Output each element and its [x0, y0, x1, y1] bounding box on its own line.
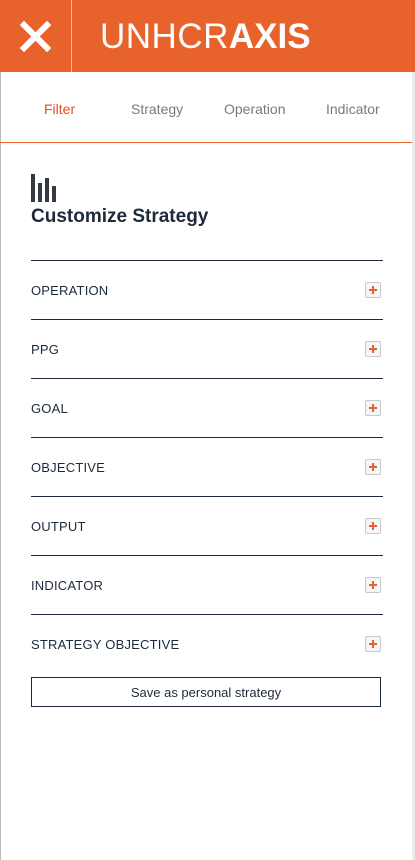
- filter-list: OPERATION PPG GOAL OBJECTIVE OUTPUT INDI…: [31, 260, 383, 673]
- tab-indicator[interactable]: Indicator: [326, 100, 380, 118]
- plus-icon[interactable]: [365, 636, 381, 652]
- save-strategy-button[interactable]: Save as personal strategy: [31, 677, 381, 707]
- plus-icon[interactable]: [365, 282, 381, 298]
- app-header: UNHCRAXIS: [0, 0, 415, 72]
- plus-icon[interactable]: [365, 518, 381, 534]
- close-icon: [19, 20, 52, 53]
- tab-operation[interactable]: Operation: [224, 100, 285, 118]
- filter-label: OBJECTIVE: [31, 460, 106, 475]
- filter-row-operation[interactable]: OPERATION: [31, 260, 383, 319]
- plus-icon[interactable]: [365, 341, 381, 357]
- filter-label: OUTPUT: [31, 519, 86, 534]
- brand-logo: UNHCRAXIS: [100, 17, 311, 57]
- filter-row-indicator[interactable]: INDICATOR: [31, 555, 383, 614]
- filter-label: STRATEGY OBJECTIVE: [31, 637, 180, 652]
- filter-row-goal[interactable]: GOAL: [31, 378, 383, 437]
- bar-chart-icon: [31, 174, 57, 207]
- filter-label: OPERATION: [31, 283, 109, 298]
- panel-title: Customize Strategy: [31, 206, 209, 227]
- filter-row-ppg[interactable]: PPG: [31, 319, 383, 378]
- tab-strategy[interactable]: Strategy: [131, 100, 183, 118]
- tab-bar: Filter Strategy Operation Indicator: [0, 72, 412, 143]
- plus-icon[interactable]: [365, 577, 381, 593]
- filter-label: GOAL: [31, 401, 68, 416]
- plus-icon[interactable]: [365, 459, 381, 475]
- filter-label: INDICATOR: [31, 578, 104, 593]
- filter-label: PPG: [31, 342, 60, 357]
- tab-filter[interactable]: Filter: [44, 100, 75, 118]
- filter-row-objective[interactable]: OBJECTIVE: [31, 437, 383, 496]
- filter-row-output[interactable]: OUTPUT: [31, 496, 383, 555]
- plus-icon[interactable]: [365, 400, 381, 416]
- filter-row-strategy-objective[interactable]: STRATEGY OBJECTIVE: [31, 614, 383, 673]
- brand-name-light: UNHCR: [100, 17, 229, 56]
- header-divider: [71, 0, 72, 72]
- close-button[interactable]: [0, 0, 71, 72]
- brand-name-bold: AXIS: [228, 17, 311, 56]
